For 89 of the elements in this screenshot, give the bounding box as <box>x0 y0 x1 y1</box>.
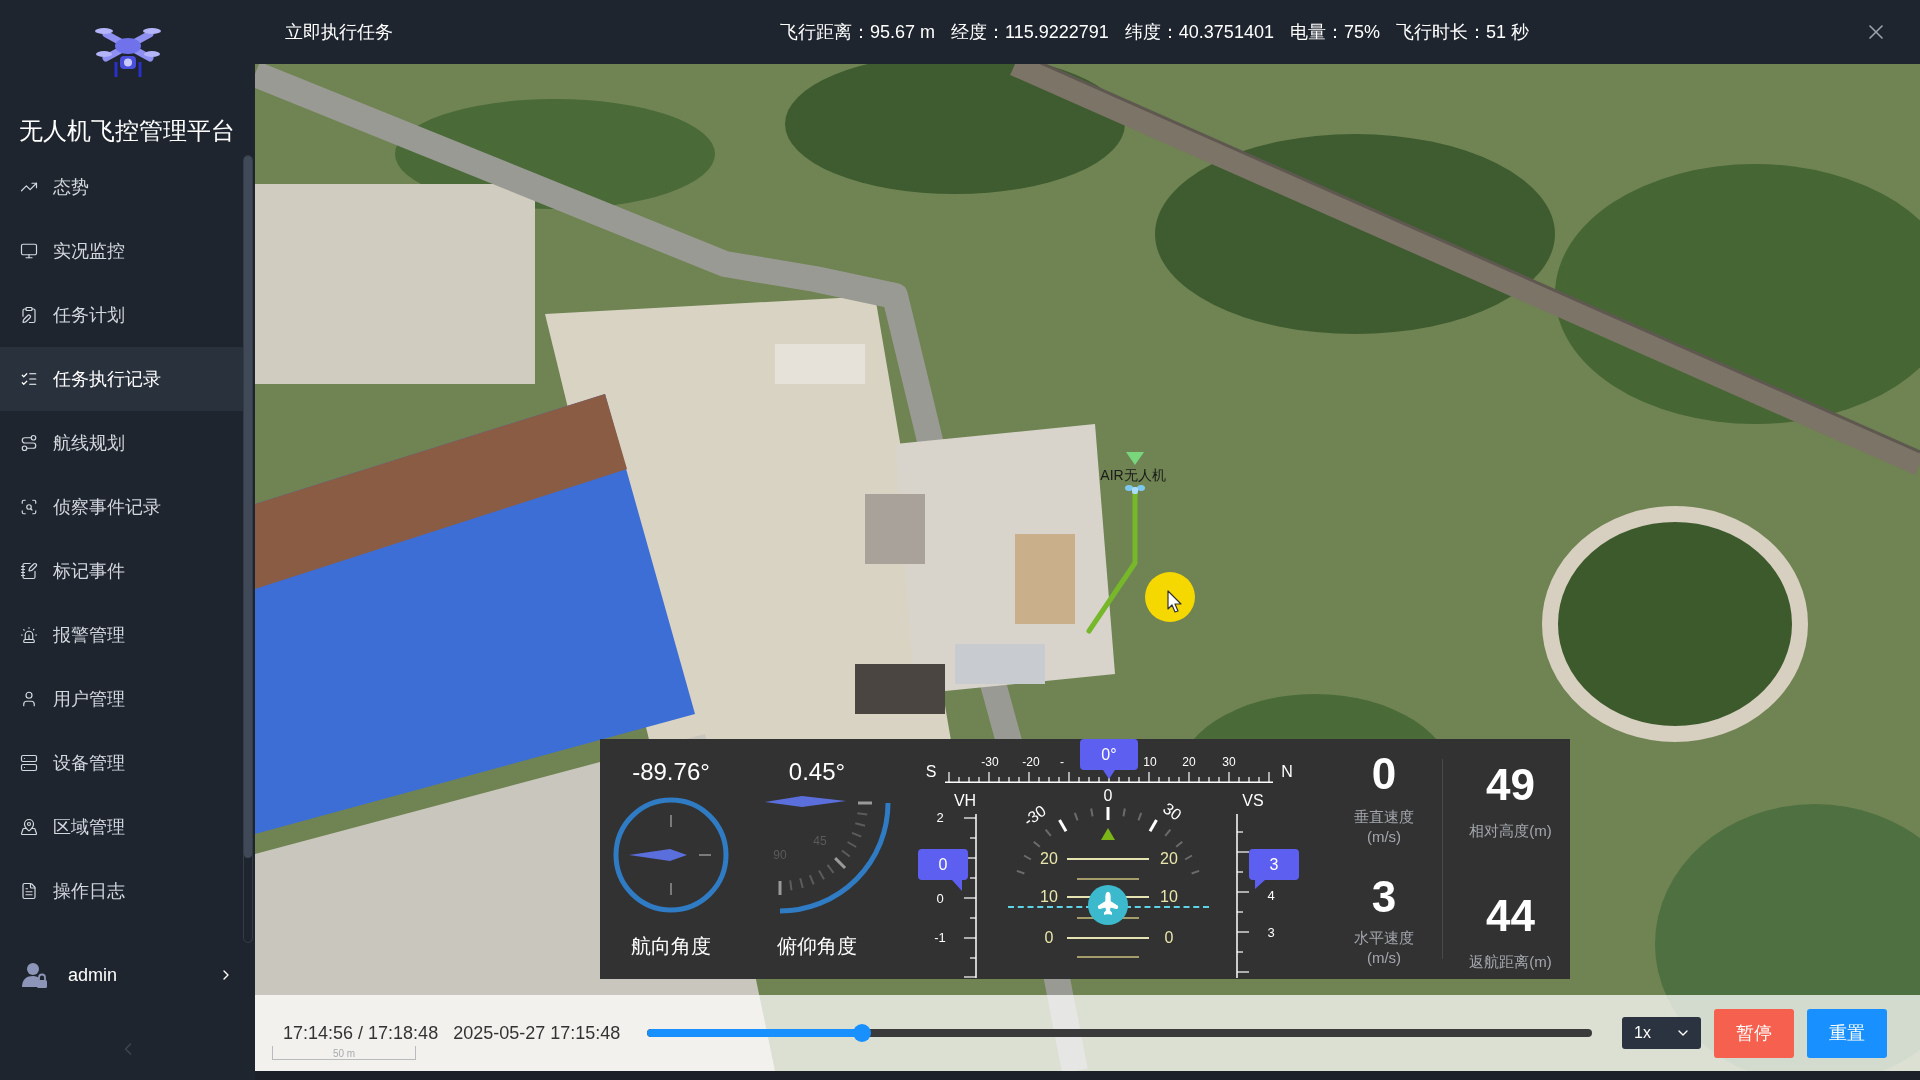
sidebar-item[interactable]: 用户管理 <box>0 667 243 731</box>
page-title: 立即执行任务 <box>285 20 393 44</box>
drone-label: AIR无人机 <box>1100 467 1166 483</box>
sidebar-item[interactable]: 操作日志 <box>0 859 243 923</box>
roll-label: 30 <box>1160 800 1184 824</box>
pitch-label: 10 <box>1160 889 1178 905</box>
timestamp: 2025-05-27 17:15:48 <box>453 1023 621 1043</box>
scale-title: VH <box>953 793 977 809</box>
clipboard-pen-icon <box>20 306 38 324</box>
stat-unit: (m/s) <box>1366 948 1402 967</box>
slider-thumb[interactable] <box>852 1024 871 1042</box>
stat-value: 3 <box>1371 875 1397 919</box>
pitch-line <box>1077 878 1139 880</box>
route-icon <box>20 434 38 452</box>
speed-select[interactable]: 1x <box>1622 1017 1701 1049</box>
flight-stat: 经度：115.9222791 <box>951 20 1109 44</box>
playback-slider[interactable] <box>647 1024 1592 1042</box>
user-icon <box>20 690 38 708</box>
user-lock-icon <box>22 962 48 988</box>
sidebar-item[interactable]: 报警管理 <box>0 603 243 667</box>
monitor-icon <box>20 242 38 260</box>
gauge-label: 俯仰角度 <box>777 934 857 958</box>
pitch-value: 0.45° <box>788 759 846 785</box>
gauge-label: 航向角度 <box>631 934 711 958</box>
tape-label: - <box>1060 756 1064 769</box>
app-title: 无人机飞控管理平台 <box>18 117 236 145</box>
pitch-label: 0 <box>1164 930 1174 946</box>
pitch-label: 0 <box>1044 930 1054 946</box>
scale-title: VS <box>1242 793 1264 809</box>
tape-label: -20 <box>1022 756 1040 769</box>
tape-label: 10 <box>1143 756 1157 769</box>
sidebar-item[interactable]: 任务执行记录 <box>0 347 243 411</box>
stat-unit: (m/s) <box>1366 827 1402 846</box>
compass-direction: S <box>925 764 937 780</box>
document-icon <box>20 882 38 900</box>
elapsed-time: 17:14:56 / 17:18:48 <box>283 1023 439 1043</box>
scale-label: 0 <box>936 892 944 906</box>
airplane-icon <box>1088 885 1128 925</box>
stat-label: 垂直速度 <box>1354 807 1414 827</box>
tape-label: 30 <box>1222 756 1236 769</box>
pitch-label: 20 <box>1040 851 1058 867</box>
scale-label: 4 <box>1267 889 1275 903</box>
server-icon <box>20 754 38 772</box>
map-pin-icon <box>20 818 38 836</box>
flight-stat: 飞行距离：95.67 m <box>780 20 936 44</box>
flight-stat: 电量：75% <box>1289 20 1380 44</box>
stat-label: 相对高度(m) <box>1469 821 1552 841</box>
pitch-label: 20 <box>1160 851 1178 867</box>
user-menu[interactable]: admin <box>0 943 243 1007</box>
vs-badge: 3 <box>1249 849 1299 889</box>
heading-value: -89.76° <box>632 759 710 785</box>
checklist-icon <box>20 370 38 388</box>
sidebar-item[interactable]: 设备管理 <box>0 731 243 795</box>
pitch-marker-icon <box>1101 828 1115 840</box>
stat-value: 0 <box>1371 752 1397 796</box>
stat-label: 返航距离(m) <box>1469 952 1552 972</box>
cursor-icon <box>1144 571 1196 623</box>
flight-stat: 飞行时长：51 秒 <box>1395 20 1529 44</box>
scale-bar: 50 m <box>272 1046 416 1060</box>
heading-badge: 0° <box>1080 739 1138 779</box>
stat-value: 44 <box>1486 894 1535 938</box>
sidebar-item[interactable]: 区域管理 <box>0 795 243 859</box>
triangle-marker-icon <box>1126 452 1144 465</box>
pitch-label: 10 <box>1040 889 1058 905</box>
stat-value: 49 <box>1486 763 1535 807</box>
sidebar-item[interactable]: 标记事件 <box>0 539 243 603</box>
tape-label: 20 <box>1182 756 1196 769</box>
sidebar-item[interactable]: 实况监控 <box>0 219 243 283</box>
vh-badge: 0 <box>918 849 968 891</box>
pitch-line <box>1077 956 1139 958</box>
scale-label: -1 <box>934 931 946 945</box>
scrollbar-thumb[interactable] <box>244 156 252 858</box>
drone-icon <box>1125 484 1145 494</box>
sidebar-item[interactable]: 侦察事件记录 <box>0 475 243 539</box>
tape-label: -30 <box>981 756 999 769</box>
notebook-pen-icon <box>20 562 38 580</box>
scale-label: 3 <box>1267 926 1275 940</box>
scan-search-icon <box>20 498 38 516</box>
roll-label: -30 <box>1020 802 1050 830</box>
compass-direction: N <box>1281 764 1293 780</box>
stat-label: 水平速度 <box>1354 928 1414 948</box>
sidebar-item[interactable]: 态势 <box>0 155 243 219</box>
roll-label: 0 <box>1103 788 1113 804</box>
sidebar-item[interactable]: 任务计划 <box>0 283 243 347</box>
scale-label: 2 <box>936 811 944 825</box>
sidebar-item[interactable]: 航线规划 <box>0 411 243 475</box>
building <box>865 494 925 564</box>
flight-stat: 纬度：40.3751401 <box>1124 20 1274 44</box>
siren-icon <box>20 626 38 644</box>
